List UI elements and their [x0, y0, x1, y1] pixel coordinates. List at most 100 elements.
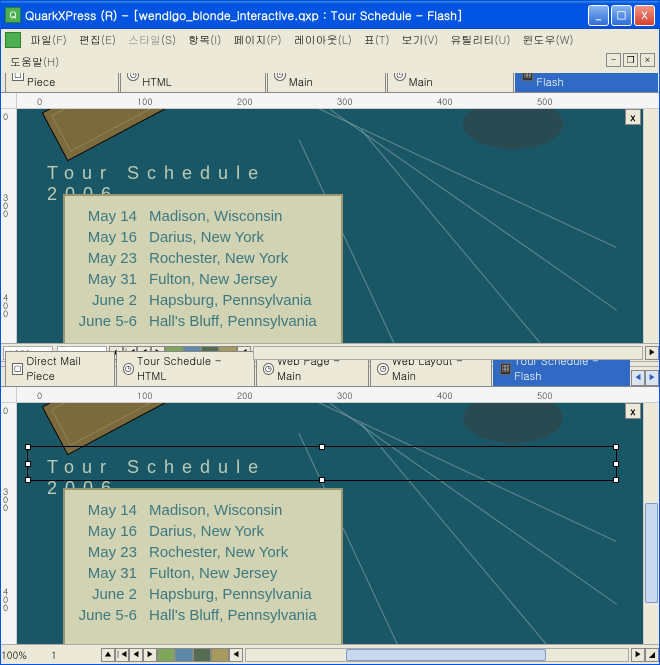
zoom-field[interactable]: 100% [1, 648, 51, 662]
close-button[interactable]: X [634, 5, 655, 26]
maximize-button[interactable]: □ [611, 5, 632, 26]
schedule-date: May 23 [73, 250, 149, 267]
schedule-date: May 23 [73, 544, 149, 561]
resize-grip[interactable]: ◢ [645, 648, 659, 662]
hscroll-right-button[interactable]: ▶ [645, 346, 659, 360]
canvas-bottom[interactable]: Tour Schedule 2006 May 14Madison, Wiscon… [17, 403, 643, 644]
schedule-city: Hapsburg, Pennsylvania [149, 586, 333, 603]
resize-handle-se[interactable] [613, 477, 619, 483]
ruler-tick: 500 [537, 95, 553, 108]
page-field[interactable]: 1 [51, 648, 101, 662]
selection-box[interactable] [27, 446, 617, 481]
vertical-scrollbar[interactable] [643, 109, 659, 343]
resize-handle-nw[interactable] [25, 444, 31, 450]
layout-tabs-top: ▢Direct Mail Piece◷Tour Schedule - HTML◷… [1, 73, 659, 93]
nav-next-button[interactable]: ▶ [143, 648, 157, 662]
ruler-tick: 0 [3, 407, 8, 415]
scrollbar-thumb[interactable] [645, 503, 658, 603]
app-icon: Q [5, 7, 21, 23]
schedule-date: May 31 [73, 565, 149, 582]
menu-item[interactable]: 스타일(S) [123, 31, 181, 50]
title-bar: Q QuarkXPress (R) - [wendigo_blonde_inte… [1, 1, 659, 29]
doc-close-button[interactable]: × [640, 53, 655, 67]
resize-handle-e[interactable] [613, 461, 619, 467]
resize-handle-w[interactable] [25, 461, 31, 467]
resize-handle-ne[interactable] [613, 444, 619, 450]
hscroll-right-button[interactable]: ▶ [631, 648, 645, 662]
schedule-city: Hall's Bluff, Pennsylvania [149, 607, 333, 624]
menu-item[interactable]: 보기(V) [397, 31, 444, 50]
schedule-date: May 14 [73, 208, 149, 225]
schedule-date: June 5-6 [73, 607, 149, 624]
doc-restore-button[interactable]: ❐ [623, 53, 638, 67]
ruler-tick: 400 [3, 588, 8, 612]
resize-handle-n[interactable] [319, 444, 325, 450]
schedule-date: June 2 [73, 292, 149, 309]
menu-item[interactable]: 편집(E) [74, 31, 121, 50]
export-preview-icon[interactable] [193, 648, 211, 662]
app-menu-icon[interactable] [5, 32, 21, 48]
export-html-icon[interactable] [175, 648, 193, 662]
ruler-tick: 0 [3, 113, 8, 121]
menu-help[interactable]: 도움말(H) [5, 53, 64, 72]
horizontal-scrollbar[interactable] [253, 346, 643, 360]
clock-icon: ◷ [263, 363, 274, 375]
schedule-date: June 2 [73, 586, 149, 603]
ruler-corner [1, 93, 17, 108]
ruler-tick: 400 [437, 389, 453, 402]
export-settings-icon[interactable] [211, 648, 229, 662]
menu-item[interactable]: 유틸리티(U) [445, 31, 515, 50]
scrollbar-thumb[interactable] [346, 649, 546, 661]
ruler-tick: 500 [537, 389, 553, 402]
schedule-date: May 14 [73, 502, 149, 519]
hscroll-left-button[interactable]: ◀ [229, 648, 243, 662]
resize-handle-s[interactable] [319, 477, 325, 483]
menu-item[interactable]: 페이지(P) [228, 31, 286, 50]
menu-item[interactable]: 파일(F) [25, 31, 72, 50]
doc-minimize-button[interactable]: - [606, 53, 621, 67]
menu-bar-2: 도움말(H) - ❐ × [1, 51, 659, 73]
schedule-city: Rochester, New York [149, 544, 333, 561]
horizontal-scrollbar[interactable] [245, 648, 629, 662]
ruler-tick: 300 [337, 389, 353, 402]
schedule-box: May 14Madison, WisconsinMay 16Darius, Ne… [63, 194, 343, 343]
ruler-tick: 300 [3, 194, 8, 218]
layout-tab[interactable]: ◷Tour Schedule - HTML [116, 351, 255, 386]
export-swf-icon[interactable] [157, 648, 175, 662]
ruler-tick: 300 [3, 488, 8, 512]
schedule-city: Rochester, New York [149, 250, 333, 267]
window-title: QuarkXPress (R) - [wendigo_blonde_intera… [25, 7, 588, 24]
minimize-button[interactable]: _ [588, 5, 609, 26]
schedule-city: Hapsburg, Pennsylvania [149, 292, 333, 309]
schedule-date: May 16 [73, 523, 149, 540]
nav-prev-button[interactable]: ◀ [129, 648, 143, 662]
vertical-ruler: 0 300 400 [1, 403, 17, 644]
pane-close-button[interactable]: x [625, 109, 641, 125]
schedule-date: May 16 [73, 229, 149, 246]
graphic-guitar-head [42, 109, 183, 161]
horizontal-ruler: 0100200300400500 [17, 387, 659, 402]
menu-item[interactable]: 레이아웃(L) [289, 31, 357, 50]
menu-item[interactable]: 윈도우(W) [517, 31, 578, 50]
pane-close-button[interactable]: x [625, 403, 641, 419]
menu-item[interactable]: 항목(I) [183, 31, 226, 50]
ruler-tick: 0 [37, 95, 42, 108]
vertical-ruler: 0300400 [1, 109, 17, 343]
tab-label: Direct Mail Piece [26, 354, 107, 384]
tab-scroll-right-button[interactable]: ▶ [645, 370, 659, 386]
nav-first-button[interactable]: |◀ [115, 648, 129, 662]
menu-item[interactable]: 표(T) [359, 31, 395, 50]
schedule-date: May 31 [73, 271, 149, 288]
vertical-scrollbar[interactable] [643, 403, 659, 644]
ruler-tick: 300 [337, 95, 353, 108]
schedule-row: May 23Rochester, New York [73, 250, 333, 267]
page-icon: ▢ [12, 363, 23, 375]
canvas-top[interactable]: Tour Schedule 2006 May 14Madison, Wiscon… [17, 109, 643, 343]
film-icon: ▦ [500, 363, 511, 375]
app-status-bar: 100% 1 ▲ |◀ ◀ ▶ ◀ ▶ ◢ [1, 644, 659, 664]
horizontal-ruler: 0100200300400500 [17, 93, 659, 108]
resize-handle-sw[interactable] [25, 477, 31, 483]
tab-scroll-left-button[interactable]: ◀ [631, 370, 645, 386]
layout-tab[interactable]: ▢Direct Mail Piece [5, 351, 115, 386]
page-up-button[interactable]: ▲ [101, 648, 115, 662]
